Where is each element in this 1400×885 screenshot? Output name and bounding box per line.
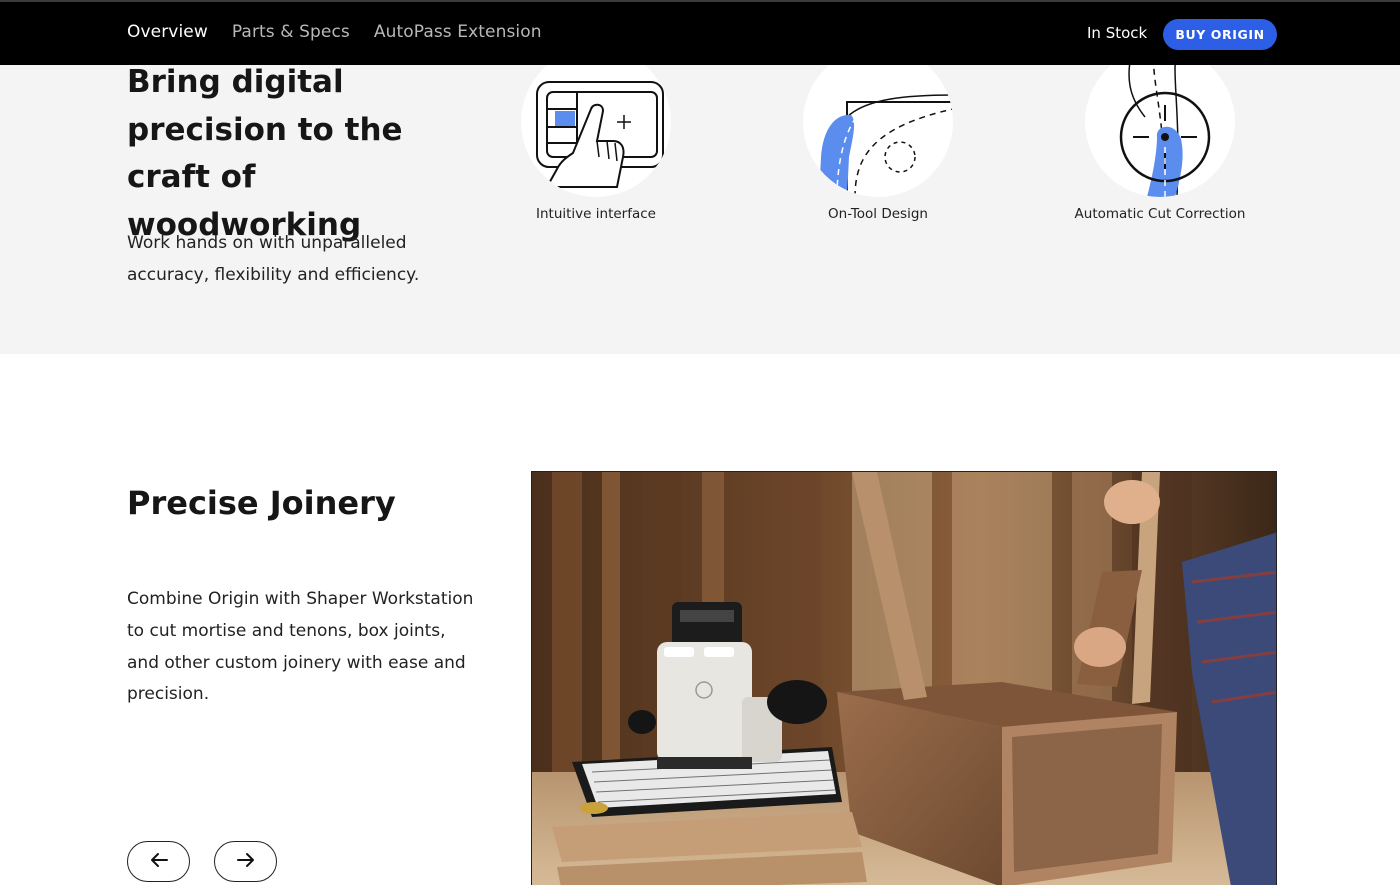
carousel-prev-button[interactable]: [127, 841, 190, 882]
carousel-next-button[interactable]: [214, 841, 277, 882]
arrow-left-icon: [149, 852, 169, 871]
stock-status: In Stock: [1087, 24, 1148, 42]
nav-tab-autopass-extension[interactable]: AutoPass Extension: [374, 22, 542, 42]
touch-interface-icon: [521, 65, 671, 197]
buy-origin-button[interactable]: BUY ORIGIN: [1163, 19, 1277, 50]
feature-label: Automatic Cut Correction: [1074, 206, 1246, 222]
feature-automatic-cut-correction: Automatic Cut Correction: [1060, 65, 1260, 231]
joinery-title: Precise Joinery: [127, 484, 396, 522]
feature-intuitive-interface: Intuitive interface: [496, 65, 696, 231]
features-section: Bring digital precision to the craft of …: [0, 65, 1400, 354]
features-title: Bring digital precision to the craft of …: [127, 65, 403, 243]
arrow-right-icon: [236, 852, 256, 871]
feature-label: On-Tool Design: [828, 206, 928, 222]
features-description: Work hands on with unparalleled accuracy…: [127, 233, 420, 285]
top-nav: Overview Parts & Specs AutoPass Extensio…: [0, 0, 1400, 65]
workshop-photo: [531, 471, 1277, 885]
nav-tab-overview[interactable]: Overview: [127, 22, 208, 42]
joinery-description: Combine Origin with Shaper Workstation t…: [127, 589, 474, 705]
nav-links: Overview Parts & Specs AutoPass Extensio…: [127, 22, 542, 42]
nav-tab-parts-specs[interactable]: Parts & Specs: [232, 22, 350, 42]
feature-label: Intuitive interface: [536, 206, 656, 222]
on-tool-design-icon: [803, 65, 953, 197]
feature-on-tool-design: On-Tool Design: [778, 65, 978, 231]
cut-correction-icon: [1085, 65, 1235, 197]
